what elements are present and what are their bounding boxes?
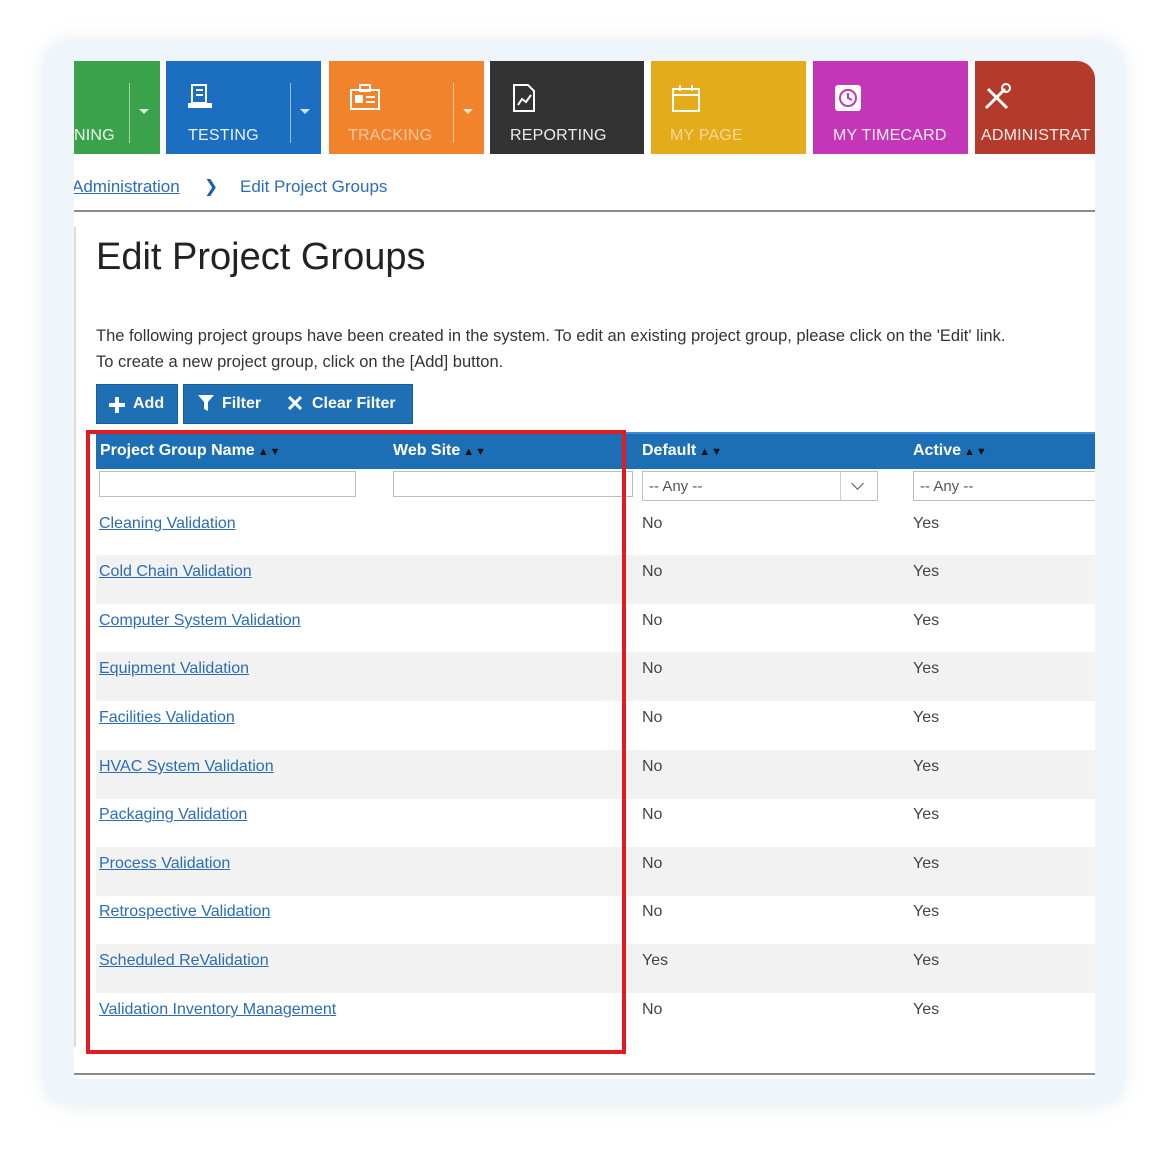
default-cell: No bbox=[642, 515, 663, 532]
default-cell: No bbox=[642, 1001, 663, 1018]
nav-tile-reporting[interactable]: REPORTING bbox=[490, 61, 644, 154]
divider bbox=[74, 227, 76, 1047]
testing-icon bbox=[188, 84, 212, 108]
filter-icon bbox=[198, 395, 214, 411]
plus-icon bbox=[109, 397, 125, 413]
nav-tile-my-page[interactable]: MY PAGE bbox=[651, 61, 806, 154]
nav-tile-label: MY TIMECARD bbox=[833, 127, 947, 144]
clock-icon bbox=[835, 85, 861, 111]
breadcrumb-current-link[interactable]: Edit Project Groups bbox=[240, 177, 387, 197]
dropdown-toggle[interactable] bbox=[453, 83, 484, 143]
nav-tile-label: NING bbox=[74, 127, 115, 144]
chevron-down-icon bbox=[840, 472, 877, 500]
sort-icon[interactable]: ▲▼ bbox=[699, 446, 723, 458]
column-header-label: Default bbox=[642, 442, 697, 459]
nav-tile-label: MY PAGE bbox=[670, 127, 743, 144]
add-button-label: Add bbox=[133, 395, 165, 412]
filter-button-group: Filter Clear Filter bbox=[183, 384, 413, 424]
select-value: -- Any -- bbox=[920, 478, 974, 495]
active-cell: Yes bbox=[913, 903, 940, 920]
column-header-label: Active bbox=[913, 442, 962, 459]
calendar-icon bbox=[672, 85, 700, 112]
page-description: The following project groups have been c… bbox=[96, 323, 1086, 375]
active-cell: Yes bbox=[913, 612, 940, 629]
nav-tile-label: REPORTING bbox=[510, 127, 607, 144]
report-icon bbox=[513, 84, 535, 112]
column-header-active[interactable]: Active ▲▼ bbox=[913, 442, 988, 460]
default-filter-select[interactable]: -- Any -- bbox=[642, 471, 878, 501]
nav-tile-my-timecard[interactable]: MY TIMECARD bbox=[813, 61, 968, 154]
nav-tile-label: ADMINISTRAT bbox=[981, 127, 1091, 144]
breadcrumb-administration-link[interactable]: Administration bbox=[74, 177, 180, 197]
add-button[interactable]: Add bbox=[96, 384, 178, 424]
divider bbox=[74, 1073, 1095, 1075]
chevron-down-icon bbox=[463, 109, 473, 114]
default-cell: No bbox=[642, 903, 663, 920]
default-cell: No bbox=[642, 758, 663, 775]
nav-tile-label: TRACKING bbox=[348, 127, 433, 144]
active-cell: Yes bbox=[913, 1001, 940, 1018]
default-cell: No bbox=[642, 563, 663, 580]
divider bbox=[74, 210, 1095, 212]
chevron-down-icon bbox=[139, 109, 149, 114]
nav-tile-testing[interactable]: TESTING bbox=[166, 61, 321, 154]
active-cell: Yes bbox=[913, 952, 940, 969]
default-cell: Yes bbox=[642, 952, 669, 969]
top-navigation: NING TESTING TRACKING REPORTING MY PAGE … bbox=[74, 61, 1095, 154]
default-cell: No bbox=[642, 806, 663, 823]
tools-icon bbox=[984, 83, 1011, 110]
column-header-default[interactable]: Default ▲▼ bbox=[642, 442, 723, 460]
active-cell: Yes bbox=[913, 758, 940, 775]
active-cell: Yes bbox=[913, 806, 940, 823]
filter-button[interactable]: Filter bbox=[184, 385, 276, 423]
chevron-down-icon bbox=[300, 109, 310, 114]
close-icon bbox=[288, 396, 302, 410]
clear-filter-button-label: Clear Filter bbox=[312, 395, 396, 412]
nav-tile-label: TESTING bbox=[188, 127, 259, 144]
active-cell: Yes bbox=[913, 855, 940, 872]
default-cell: No bbox=[642, 855, 663, 872]
active-cell: Yes bbox=[913, 660, 940, 677]
nav-tile-tracking[interactable]: TRACKING bbox=[329, 61, 484, 154]
nav-tile-administration[interactable]: ADMINISTRAT bbox=[975, 61, 1095, 154]
description-line: To create a new project group, click on … bbox=[96, 353, 504, 371]
description-line: The following project groups have been c… bbox=[96, 327, 1006, 345]
default-cell: No bbox=[642, 709, 663, 726]
breadcrumb: Administration ❯ Edit Project Groups bbox=[74, 167, 1095, 207]
tracking-icon bbox=[350, 84, 380, 110]
select-value: -- Any -- bbox=[649, 478, 703, 495]
filter-button-label: Filter bbox=[222, 395, 262, 412]
active-cell: Yes bbox=[913, 563, 940, 580]
dropdown-toggle[interactable] bbox=[129, 83, 160, 143]
sort-icon[interactable]: ▲▼ bbox=[964, 446, 988, 458]
nav-tile-planning[interactable]: NING bbox=[74, 61, 160, 154]
clear-filter-button[interactable]: Clear Filter bbox=[278, 385, 412, 423]
page-title: Edit Project Groups bbox=[96, 236, 426, 278]
default-cell: No bbox=[642, 612, 663, 629]
default-cell: No bbox=[642, 660, 663, 677]
dropdown-toggle[interactable] bbox=[290, 83, 321, 143]
active-filter-select[interactable]: -- Any -- bbox=[913, 471, 1095, 501]
active-cell: Yes bbox=[913, 709, 940, 726]
breadcrumb-chevron-icon: ❯ bbox=[204, 177, 219, 196]
active-cell: Yes bbox=[913, 515, 940, 532]
highlight-box bbox=[86, 430, 626, 1054]
